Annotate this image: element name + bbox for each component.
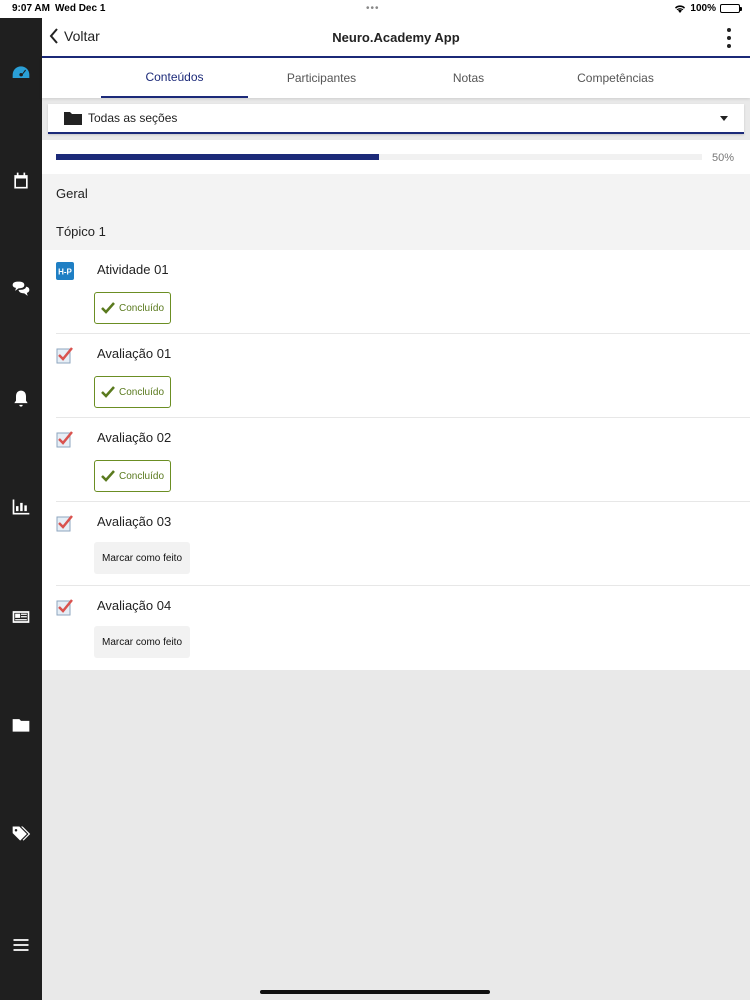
list-item[interactable]: H-P Atividade 01 Concluído	[42, 250, 750, 334]
list-item[interactable]: Avaliação 01 Concluído	[42, 334, 750, 418]
tab-competencias[interactable]: Competências	[542, 58, 689, 98]
progress-label: 50%	[711, 152, 734, 164]
checkmark-icon	[101, 386, 115, 398]
status-right: 100%	[674, 3, 742, 14]
tab-notas[interactable]: Notas	[395, 58, 542, 98]
status-time: 9:07 AM	[12, 3, 50, 14]
completed-label: Concluído	[118, 386, 165, 398]
quiz-check-icon	[56, 347, 73, 364]
list-item[interactable]: Avaliação 02 Concluído	[42, 418, 750, 502]
folder-icon	[64, 112, 82, 125]
section-select[interactable]: Todas as seções	[48, 104, 744, 134]
files-icon[interactable]	[0, 710, 42, 740]
activity-name[interactable]: Atividade 01	[97, 262, 169, 277]
page-title: Neuro.Academy App	[332, 30, 460, 45]
activity-name[interactable]: Avaliação 01	[97, 346, 171, 361]
tab-conteudos[interactable]: Conteúdos	[101, 58, 248, 98]
sidebar	[0, 18, 42, 1000]
wifi-icon	[675, 5, 686, 13]
activity-name[interactable]: Avaliação 03	[97, 514, 171, 529]
activity-name[interactable]: Avaliação 04	[97, 598, 171, 613]
activity-name[interactable]: Avaliação 02	[97, 430, 171, 445]
notifications-icon[interactable]	[0, 384, 42, 414]
section-select-value: Todas as seções	[88, 111, 178, 125]
dashboard-icon[interactable]	[0, 58, 42, 88]
checkmark-icon	[101, 470, 115, 482]
tags-icon[interactable]	[0, 819, 42, 849]
home-indicator[interactable]	[260, 990, 490, 994]
list-item[interactable]: Avaliação 03 Marcar como feito	[42, 502, 750, 586]
status-date: Wed Dec 1	[55, 3, 106, 14]
completed-badge[interactable]: Concluído	[94, 376, 171, 408]
course-progress: 50%	[42, 140, 750, 174]
caret-down-icon	[720, 116, 728, 121]
menu-icon[interactable]	[0, 930, 42, 960]
progress-fill	[56, 154, 379, 160]
checkmark-icon	[101, 302, 115, 314]
news-icon[interactable]	[0, 602, 42, 632]
list-item[interactable]: Avaliação 04 Marcar como feito	[42, 586, 750, 670]
battery-icon	[720, 4, 742, 13]
battery-percent: 100%	[690, 3, 716, 14]
mark-as-done-button[interactable]: Marcar como feito	[94, 542, 190, 574]
app-header: Voltar Neuro.Academy App	[42, 18, 750, 58]
calendar-icon[interactable]	[0, 166, 42, 196]
completed-badge[interactable]: Concluído	[94, 460, 171, 492]
tab-bar: Conteúdos Participantes Notas Competênci…	[42, 58, 750, 98]
mark-as-done-button[interactable]: Marcar como feito	[94, 626, 190, 658]
section-title-topico-1: Tópico 1	[42, 212, 750, 250]
more-options-icon[interactable]	[722, 28, 736, 48]
completed-label: Concluído	[118, 470, 165, 482]
completed-label: Concluído	[118, 302, 165, 314]
quiz-check-icon	[56, 431, 73, 448]
completed-badge[interactable]: Concluído	[94, 292, 171, 324]
svg-text:H-P: H-P	[58, 268, 72, 277]
progress-bar	[56, 154, 702, 160]
messages-icon[interactable]	[0, 275, 42, 305]
section-title-geral: Geral	[42, 174, 750, 212]
status-bar: 9:07 AM Wed Dec 1 ••• 100%	[0, 0, 750, 18]
tab-participantes[interactable]: Participantes	[248, 58, 395, 98]
multitask-dots-icon[interactable]: •••	[366, 3, 380, 14]
h5p-icon: H-P	[56, 262, 74, 280]
quiz-check-icon	[56, 515, 73, 532]
grades-icon[interactable]	[0, 492, 42, 522]
quiz-check-icon	[56, 599, 73, 616]
